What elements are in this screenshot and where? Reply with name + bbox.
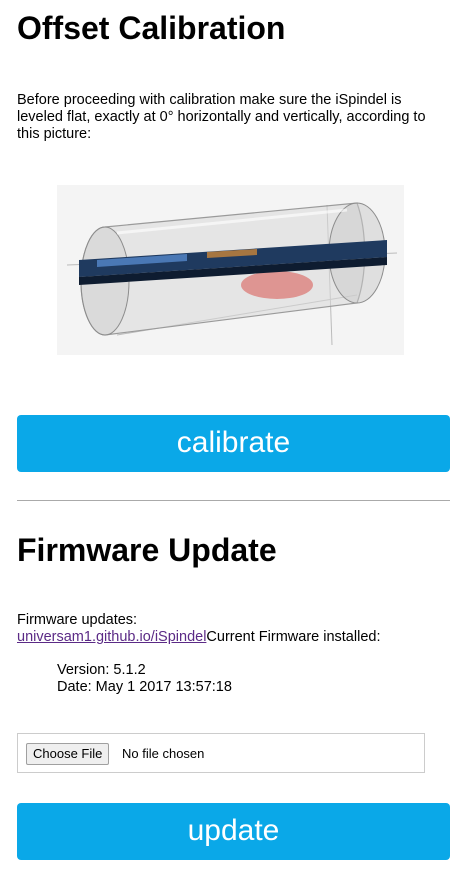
file-status: No file chosen <box>122 746 205 761</box>
firmware-link[interactable]: universam1.github.io/iSpindel <box>17 629 206 645</box>
update-button[interactable]: update <box>17 803 450 860</box>
calibrate-button[interactable]: calibrate <box>17 415 450 472</box>
ispindel-level-image <box>57 185 404 355</box>
calibration-instructions: Before proceeding with calibration make … <box>17 92 426 142</box>
firmware-updates-label: Firmware updates: <box>17 612 138 628</box>
calibration-title: Offset Calibration <box>17 10 286 46</box>
installed-label: Current Firmware installed: <box>206 629 381 645</box>
file-input: Choose File No file chosen <box>17 733 425 773</box>
choose-file-button[interactable]: Choose File <box>26 743 110 765</box>
firmware-version-block: Version: 5.1.2 Date: May 1 2017 13:57:18 <box>57 662 232 696</box>
firmware-version: Version: 5.1.2 <box>57 662 146 678</box>
firmware-info-text: Firmware updates: universam1.github.io/i… <box>17 612 450 646</box>
firmware-date: Date: May 1 2017 13:57:18 <box>57 679 232 695</box>
section-divider <box>17 500 450 501</box>
firmware-title: Firmware Update <box>17 532 277 568</box>
